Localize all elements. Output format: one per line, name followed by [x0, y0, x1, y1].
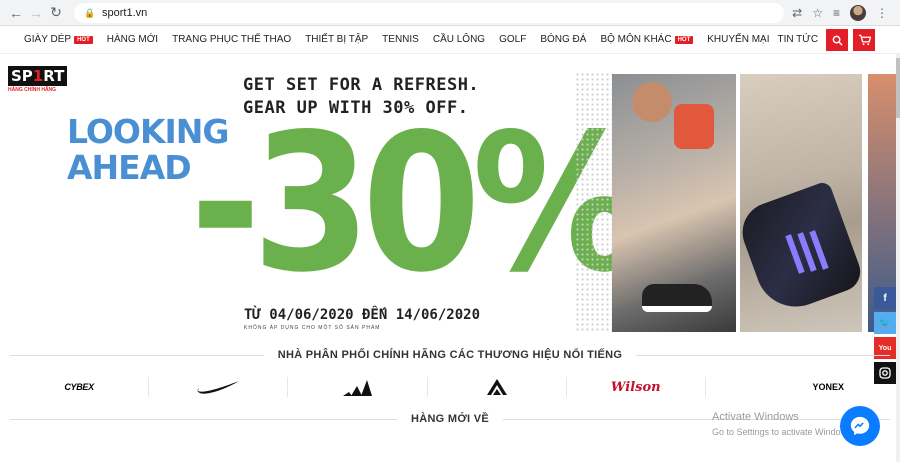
cart-icon [858, 34, 871, 46]
brand-cybex[interactable]: CYBEX [10, 377, 150, 397]
brand-nike[interactable] [149, 377, 289, 397]
instagram-icon [879, 367, 891, 379]
athlete-photo [612, 74, 736, 332]
logo-subtitle: HÀNG CHÍNH HÃNG [8, 87, 57, 93]
forward-icon[interactable]: → [26, 3, 46, 23]
back-icon[interactable]: ← [6, 3, 26, 23]
nike-swoosh-icon [197, 381, 240, 394]
menu-item-bo-mon-khac[interactable]: BỘ MÔN KHÁC HOT [600, 34, 694, 45]
menu-item-golf[interactable]: GOLF [499, 34, 526, 45]
promo-banner[interactable]: SP1RT HÀNG CHÍNH HÃNG GET SET FOR A REFR… [0, 54, 900, 334]
promo-fine-print: KHÔNG ÁP DỤNG CHO MỘT SỐ SẢN PHẨM [244, 325, 381, 331]
menu-item-tennis[interactable]: TENNIS [382, 34, 419, 45]
profile-avatar[interactable] [850, 4, 866, 21]
site-logo[interactable]: SP1RT HÀNG CHÍNH HÃNG [8, 66, 78, 93]
reload-icon[interactable]: ↻ [46, 3, 66, 23]
menu-item-tin-tuc[interactable]: TIN TỨC [777, 34, 818, 45]
menu-item-khuyen-mai[interactable]: KHUYẾN MẠI [707, 34, 769, 45]
reading-list-icon[interactable]: ≡ [833, 6, 840, 20]
brands-heading: NHÀ PHÂN PHỐI CHÍNH HÃNG CÁC THƯƠNG HIỆU… [0, 342, 900, 368]
brand-wilson[interactable]: Wilson [567, 377, 706, 397]
discount-percent: -30% [190, 93, 643, 314]
hot-badge: HOT [74, 35, 93, 44]
dot-pattern [575, 72, 615, 332]
brand-arcteryx[interactable] [428, 377, 567, 397]
star-icon[interactable]: ☆ [812, 6, 823, 20]
menu-item-hang-moi[interactable]: HÀNG MỚI [107, 34, 158, 45]
main-menu: GIÀY DÉP HOT HÀNG MỚI TRANG PHỤC THỂ THAO… [0, 26, 900, 54]
menu-item-bong-da[interactable]: BÓNG ĐÁ [540, 34, 586, 45]
hot-badge: HOT [674, 35, 694, 44]
menu-item-cau-long[interactable]: CẦU LÔNG [433, 34, 485, 45]
facebook-icon: f [883, 292, 887, 304]
twitter-button[interactable]: 🐦 [874, 312, 896, 334]
brand-logos: CYBEX Wilson YONEX [0, 368, 900, 406]
lock-icon: 🔒 [84, 7, 96, 18]
address-bar[interactable]: 🔒 sport1.vn [74, 2, 785, 23]
brand-yonex[interactable]: YONEX [706, 377, 890, 397]
adidas-icon [343, 380, 373, 396]
more-icon[interactable]: ⋮ [876, 6, 888, 20]
page-scrollbar[interactable] [896, 54, 900, 462]
messenger-icon [850, 416, 870, 436]
menu-item-giay-dep[interactable]: GIÀY DÉP HOT [24, 34, 93, 45]
twitter-icon: 🐦 [878, 317, 892, 329]
shoe-photo [734, 74, 866, 332]
search-icon [832, 35, 843, 46]
menu-item-trang-phuc[interactable]: TRANG PHỤC THỂ THAO [172, 34, 291, 45]
translate-icon[interactable]: ⇄ [792, 6, 802, 20]
url-text: sport1.vn [102, 6, 148, 19]
brand-adidas[interactable] [288, 377, 428, 397]
facebook-button[interactable]: f [874, 287, 896, 309]
messenger-chat-button[interactable] [840, 406, 880, 446]
arcteryx-icon [486, 379, 507, 395]
promo-dates: TỪ 04/06/2020 ĐẾN 14/06/2020 [244, 307, 481, 323]
windows-watermark: Activate Windows Go to Settings to activ… [712, 411, 855, 437]
menu-item-thiet-bi[interactable]: THIẾT BỊ TẬP [305, 34, 368, 45]
search-button[interactable] [826, 29, 848, 51]
browser-toolbar: ← → ↻ 🔒 sport1.vn ⇄ ☆ ≡ ⋮ [0, 0, 900, 26]
cart-button[interactable] [853, 29, 875, 51]
